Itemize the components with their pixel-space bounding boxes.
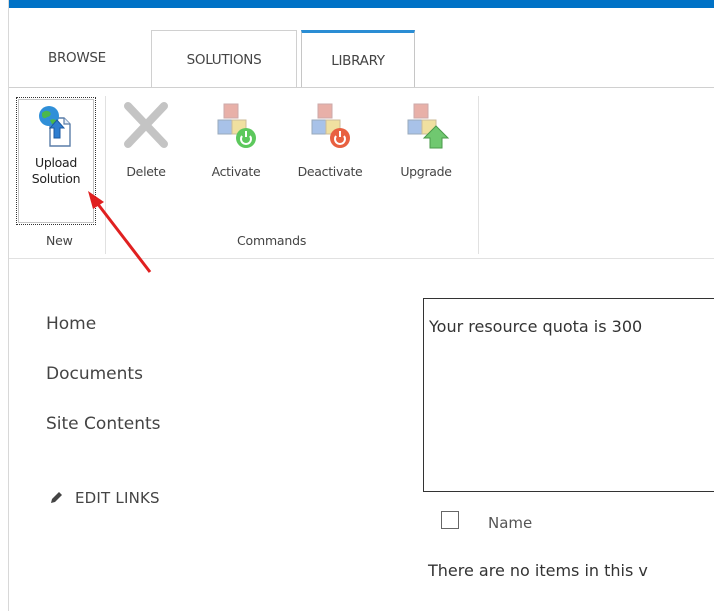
upgrade-label: Upgrade bbox=[400, 164, 452, 179]
delete-label: Delete bbox=[126, 164, 166, 179]
tab-library[interactable]: LIBRARY bbox=[301, 30, 415, 88]
activate-label: Activate bbox=[211, 164, 261, 179]
group-label-commands: Commands bbox=[237, 233, 307, 248]
ribbon-group-separator bbox=[105, 96, 106, 254]
resource-quota-box: Your resource quota is 300 bbox=[423, 298, 714, 492]
ribbon-group-separator bbox=[478, 96, 479, 254]
tab-solutions[interactable]: SOLUTIONS bbox=[151, 30, 297, 88]
nav-item-home[interactable]: Home bbox=[46, 314, 96, 334]
ribbon-tabs: BROWSE SOLUTIONS LIBRARY bbox=[9, 30, 714, 88]
empty-list-message: There are no items in this v bbox=[428, 561, 648, 580]
upload-solution-button[interactable]: Upload Solution bbox=[16, 97, 96, 225]
upload-label-line1: Upload bbox=[35, 155, 77, 170]
edit-links-label: EDIT LINKS bbox=[75, 489, 160, 507]
left-frame-edge bbox=[0, 0, 9, 611]
edit-links-button[interactable]: EDIT LINKS bbox=[49, 489, 160, 507]
nav-item-site-contents[interactable]: Site Contents bbox=[46, 414, 161, 434]
upload-globe-icon bbox=[39, 106, 71, 147]
suite-bar bbox=[0, 0, 714, 8]
deactivate-cubes-icon bbox=[311, 103, 350, 148]
quota-text: Your resource quota is 300 bbox=[429, 317, 643, 336]
deactivate-label: Deactivate bbox=[297, 164, 363, 179]
tab-browse[interactable]: BROWSE bbox=[25, 30, 155, 86]
upload-label-line2: Solution bbox=[31, 171, 81, 186]
group-label-new: New bbox=[46, 233, 73, 248]
ribbon-top-border bbox=[9, 87, 714, 88]
ribbon-bottom-border bbox=[9, 258, 714, 259]
upgrade-cubes-icon bbox=[407, 103, 450, 149]
nav-item-documents[interactable]: Documents bbox=[46, 364, 143, 384]
deactivate-button[interactable]: Deactivate bbox=[284, 100, 376, 179]
activate-button[interactable]: Activate bbox=[200, 100, 272, 179]
select-all-checkbox[interactable] bbox=[441, 511, 459, 529]
column-header-name[interactable]: Name bbox=[488, 514, 532, 532]
upgrade-button[interactable]: Upgrade bbox=[386, 100, 466, 179]
delete-x-icon bbox=[124, 102, 168, 148]
activate-cubes-icon bbox=[217, 103, 256, 148]
delete-button[interactable]: Delete bbox=[120, 100, 172, 179]
pencil-icon bbox=[51, 492, 62, 503]
